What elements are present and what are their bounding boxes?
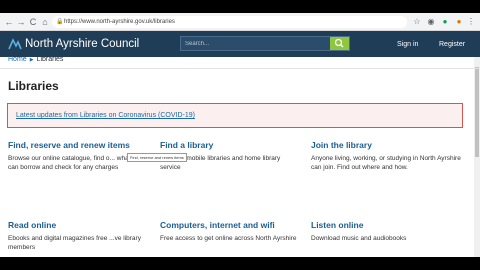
card-title-read-online[interactable]: Read online: [8, 220, 56, 230]
home-icon[interactable]: ⌂: [40, 17, 50, 27]
covid-alert: Latest updates from Libraries on Coronav…: [7, 103, 463, 128]
browser-toolbar: ← → C ⌂ 🔒 https://www.north-ayrshire.gov…: [0, 13, 480, 31]
register-link[interactable]: Register: [439, 41, 465, 48]
covid-updates-link[interactable]: Latest updates from Libraries on Coronav…: [16, 112, 195, 119]
council-logo-icon[interactable]: [8, 37, 22, 51]
breadcrumb-current: Libraries: [36, 56, 64, 63]
card-desc-listen-online: Download music and audiobooks: [311, 235, 407, 242]
forward-icon[interactable]: →: [16, 17, 26, 27]
extension-icon[interactable]: ◉: [426, 17, 436, 27]
reload-icon[interactable]: C: [28, 17, 38, 27]
divider: [0, 68, 480, 69]
search-icon: [334, 38, 344, 48]
menu-icon[interactable]: ⋮: [466, 17, 476, 27]
card-title-listen-online[interactable]: Listen online: [311, 220, 363, 230]
page-title: Libraries: [8, 79, 59, 93]
page-scrollbar[interactable]: [474, 57, 480, 257]
lock-icon: 🔒: [56, 19, 64, 25]
sign-in-link[interactable]: Sign in: [397, 41, 418, 48]
back-icon[interactable]: ←: [4, 17, 14, 27]
card-desc-join: Anyone living, working, or studying in N…: [311, 155, 461, 171]
breadcrumb-home[interactable]: Home: [8, 56, 27, 63]
search-field[interactable]: [180, 36, 350, 51]
browser-window: ← → C ⌂ 🔒 https://www.north-ayrshire.gov…: [0, 13, 480, 257]
star-icon[interactable]: ☆: [412, 17, 422, 27]
scrollbar-thumb[interactable]: [475, 67, 479, 157]
card-title-computers[interactable]: Computers, internet and wifi: [160, 220, 275, 230]
extension-green-icon[interactable]: ●: [440, 17, 450, 27]
card-title-find-reserve[interactable]: Find, reserve and renew items: [8, 140, 130, 150]
card-desc-read-online: Ebooks and digital magazines free ...ve …: [8, 235, 141, 251]
tooltip: Find, reserve and renew items: [127, 153, 187, 162]
search-input[interactable]: [181, 37, 331, 50]
address-bar[interactable]: 🔒 https://www.north-ayrshire.gov.uk/libr…: [52, 16, 407, 28]
breadcrumb-separator-icon: ▶: [29, 57, 34, 63]
site-name[interactable]: North Ayrshire Council: [25, 36, 139, 52]
breadcrumb: Home ▶ Libraries: [8, 56, 63, 63]
card-title-join[interactable]: Join the library: [311, 140, 372, 150]
card-title-find-library[interactable]: Find a library: [160, 140, 213, 150]
address-url: https://www.north-ayrshire.gov.uk/librar…: [64, 19, 175, 25]
search-button[interactable]: [330, 37, 349, 50]
extension-orange-icon[interactable]: ●: [454, 17, 464, 27]
card-desc-computers: Free access to get online across North A…: [160, 235, 297, 242]
site-header: North Ayrshire Council Sign in Register: [0, 31, 480, 57]
